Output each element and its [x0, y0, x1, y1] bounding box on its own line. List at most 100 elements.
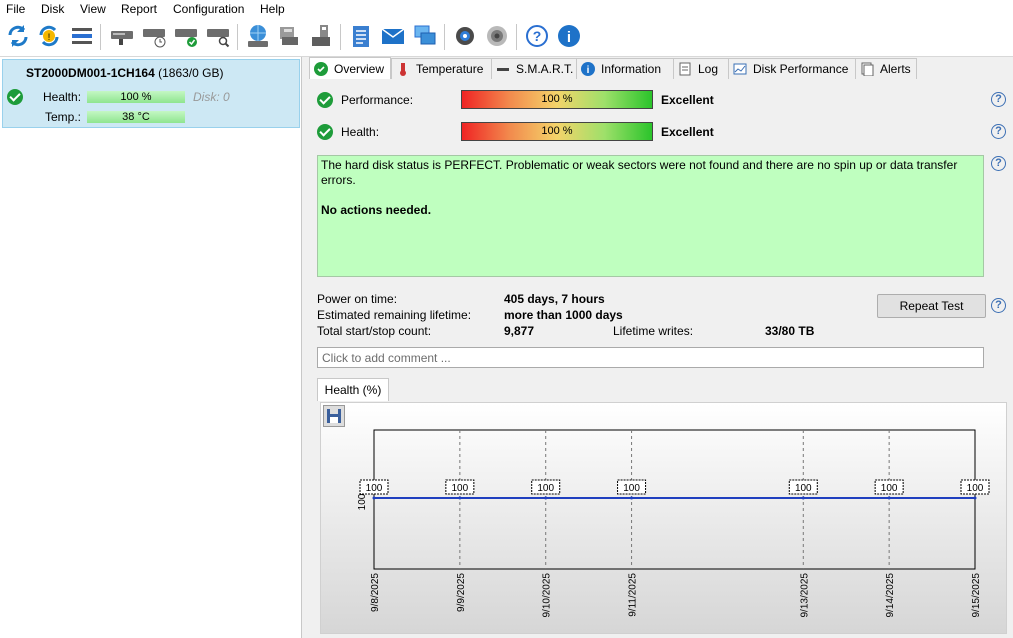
document-icon: [678, 62, 692, 76]
chart-xtick-label: 9/11/2025: [628, 573, 639, 617]
health-help-icon[interactable]: ?: [991, 124, 1006, 139]
performance-help-icon[interactable]: ?: [991, 92, 1006, 107]
check-circle-icon: [314, 62, 328, 76]
chart-data-label: 100: [623, 483, 640, 494]
health-chart: 1001009/8/20251009/9/20251009/10/2025100…: [357, 429, 990, 618]
tab-log[interactable]: Log: [673, 58, 729, 79]
repeat-test-button[interactable]: Repeat Test: [877, 294, 986, 318]
svg-text:i: i: [587, 65, 590, 76]
chart-data-point: [887, 496, 891, 500]
repeat-help-icon[interactable]: ?: [991, 298, 1006, 313]
chart-data-label: 100: [881, 483, 898, 494]
toolbar: ! ? i: [0, 18, 1013, 57]
alerts-icon: [860, 62, 874, 76]
status-text: The hard disk status is PERFECT. Problem…: [321, 158, 958, 187]
menu-help[interactable]: Help: [260, 2, 285, 16]
tab-temperature[interactable]: Temperature: [391, 58, 492, 79]
health-rating: Excellent: [661, 125, 714, 139]
drive-search-icon[interactable]: [205, 23, 231, 49]
health-label: Health:: [341, 125, 380, 139]
refresh-icon[interactable]: [5, 23, 31, 49]
usb-drive-icon[interactable]: [308, 23, 334, 49]
remote-icon[interactable]: [412, 23, 438, 49]
chart-data-point: [372, 496, 376, 500]
chart-data-label: 100: [366, 483, 383, 494]
tab-alerts[interactable]: Alerts: [855, 58, 917, 79]
chart-data-point: [630, 496, 634, 500]
mail-icon[interactable]: [380, 23, 406, 49]
performance-chart-icon: [733, 62, 747, 76]
lifetime-label: Estimated remaining lifetime:: [317, 308, 472, 322]
disk-capacity: (1863/0 GB): [158, 66, 224, 80]
health-bar: 100 %: [461, 122, 653, 141]
refresh-all-icon[interactable]: !: [36, 23, 62, 49]
chart-xtick-label: 9/13/2025: [799, 573, 810, 618]
menu-disk[interactable]: Disk: [41, 2, 64, 16]
disk-title: ST2000DM001-1CH164 (1863/0 GB): [26, 66, 223, 80]
menu-view[interactable]: View: [80, 2, 106, 16]
status-help-icon[interactable]: ?: [991, 156, 1006, 171]
disk-health-label: Health:: [43, 90, 82, 104]
chart-xtick-label: 9/8/2025: [370, 573, 381, 612]
chart-xtick-label: 9/14/2025: [885, 573, 896, 618]
tab-smart-label: S.M.A.R.T.: [516, 62, 574, 76]
power-on-label: Power on time:: [317, 292, 398, 306]
health-ok-icon: [7, 89, 23, 105]
printer-drive-icon[interactable]: [276, 23, 302, 49]
chart-xtick-label: 9/10/2025: [542, 573, 553, 618]
menu-file[interactable]: File: [6, 2, 25, 16]
tab-information[interactable]: i Information: [576, 58, 674, 79]
writes-value: 33/80 TB: [765, 324, 815, 338]
chart-xtick-label: 9/9/2025: [456, 573, 467, 612]
speaker-icon[interactable]: [484, 23, 510, 49]
settings-gear-icon[interactable]: [452, 23, 478, 49]
drive-icon[interactable]: [109, 23, 135, 49]
chart-data-label: 100: [537, 483, 554, 494]
tab-alerts-label: Alerts: [880, 62, 911, 76]
performance-rating: Excellent: [661, 93, 714, 107]
drive-check-icon[interactable]: [173, 23, 199, 49]
chart-data-point: [973, 496, 977, 500]
actions-text: No actions needed.: [321, 203, 432, 217]
startstop-value: 9,877: [504, 324, 535, 338]
drive-clock-icon[interactable]: [141, 23, 167, 49]
status-icon[interactable]: [69, 23, 95, 49]
tab-disk-performance-label: Disk Performance: [753, 62, 849, 76]
status-message-box: The hard disk status is PERFECT. Problem…: [317, 155, 984, 277]
notepad-icon[interactable]: [348, 23, 374, 49]
chart-data-point: [801, 496, 805, 500]
tab-log-label: Log: [698, 62, 719, 76]
health-ok-icon: [317, 124, 333, 140]
tab-health-chart[interactable]: Health (%): [317, 378, 389, 401]
chart-plot-frame: [373, 429, 976, 570]
help-icon[interactable]: ?: [524, 23, 550, 49]
chart-xtick-label: 9/15/2025: [971, 573, 982, 618]
menu-report[interactable]: Report: [121, 2, 157, 16]
svg-text:?: ?: [533, 28, 542, 44]
power-on-value: 405 days, 7 hours: [504, 292, 605, 306]
chart-data-label: 100: [967, 483, 984, 494]
network-drive-icon[interactable]: [245, 23, 271, 49]
tab-temperature-label: Temperature: [416, 62, 484, 76]
tab-disk-performance[interactable]: Disk Performance: [728, 58, 856, 79]
chart-ytick-label: 100: [357, 493, 368, 510]
svg-text:i: i: [567, 29, 571, 46]
menu-configuration[interactable]: Configuration: [173, 2, 244, 16]
tab-overview[interactable]: Overview: [309, 57, 391, 80]
tab-smart[interactable]: S.M.A.R.T.: [491, 58, 577, 79]
disk-model: ST2000DM001-1CH164: [26, 66, 155, 80]
performance-ok-icon: [317, 92, 333, 108]
chart-data-label: 100: [795, 483, 812, 494]
info-icon[interactable]: i: [556, 23, 582, 49]
tab-overview-label: Overview: [334, 62, 385, 76]
startstop-label: Total start/stop count:: [317, 324, 432, 338]
chart-data-label: 100: [452, 483, 469, 494]
disk-list-item[interactable]: ST2000DM001-1CH164 (1863/0 GB) Health: 1…: [2, 59, 300, 128]
disk-index: Disk: 0: [193, 90, 230, 104]
svg-text:!: !: [48, 32, 51, 42]
comment-input[interactable]: Click to add comment ...: [317, 347, 984, 368]
chart-data-point: [544, 496, 548, 500]
chart-data-point: [458, 496, 462, 500]
writes-label: Lifetime writes:: [613, 324, 694, 338]
disk-temp-bar: 38 °C: [87, 111, 185, 123]
